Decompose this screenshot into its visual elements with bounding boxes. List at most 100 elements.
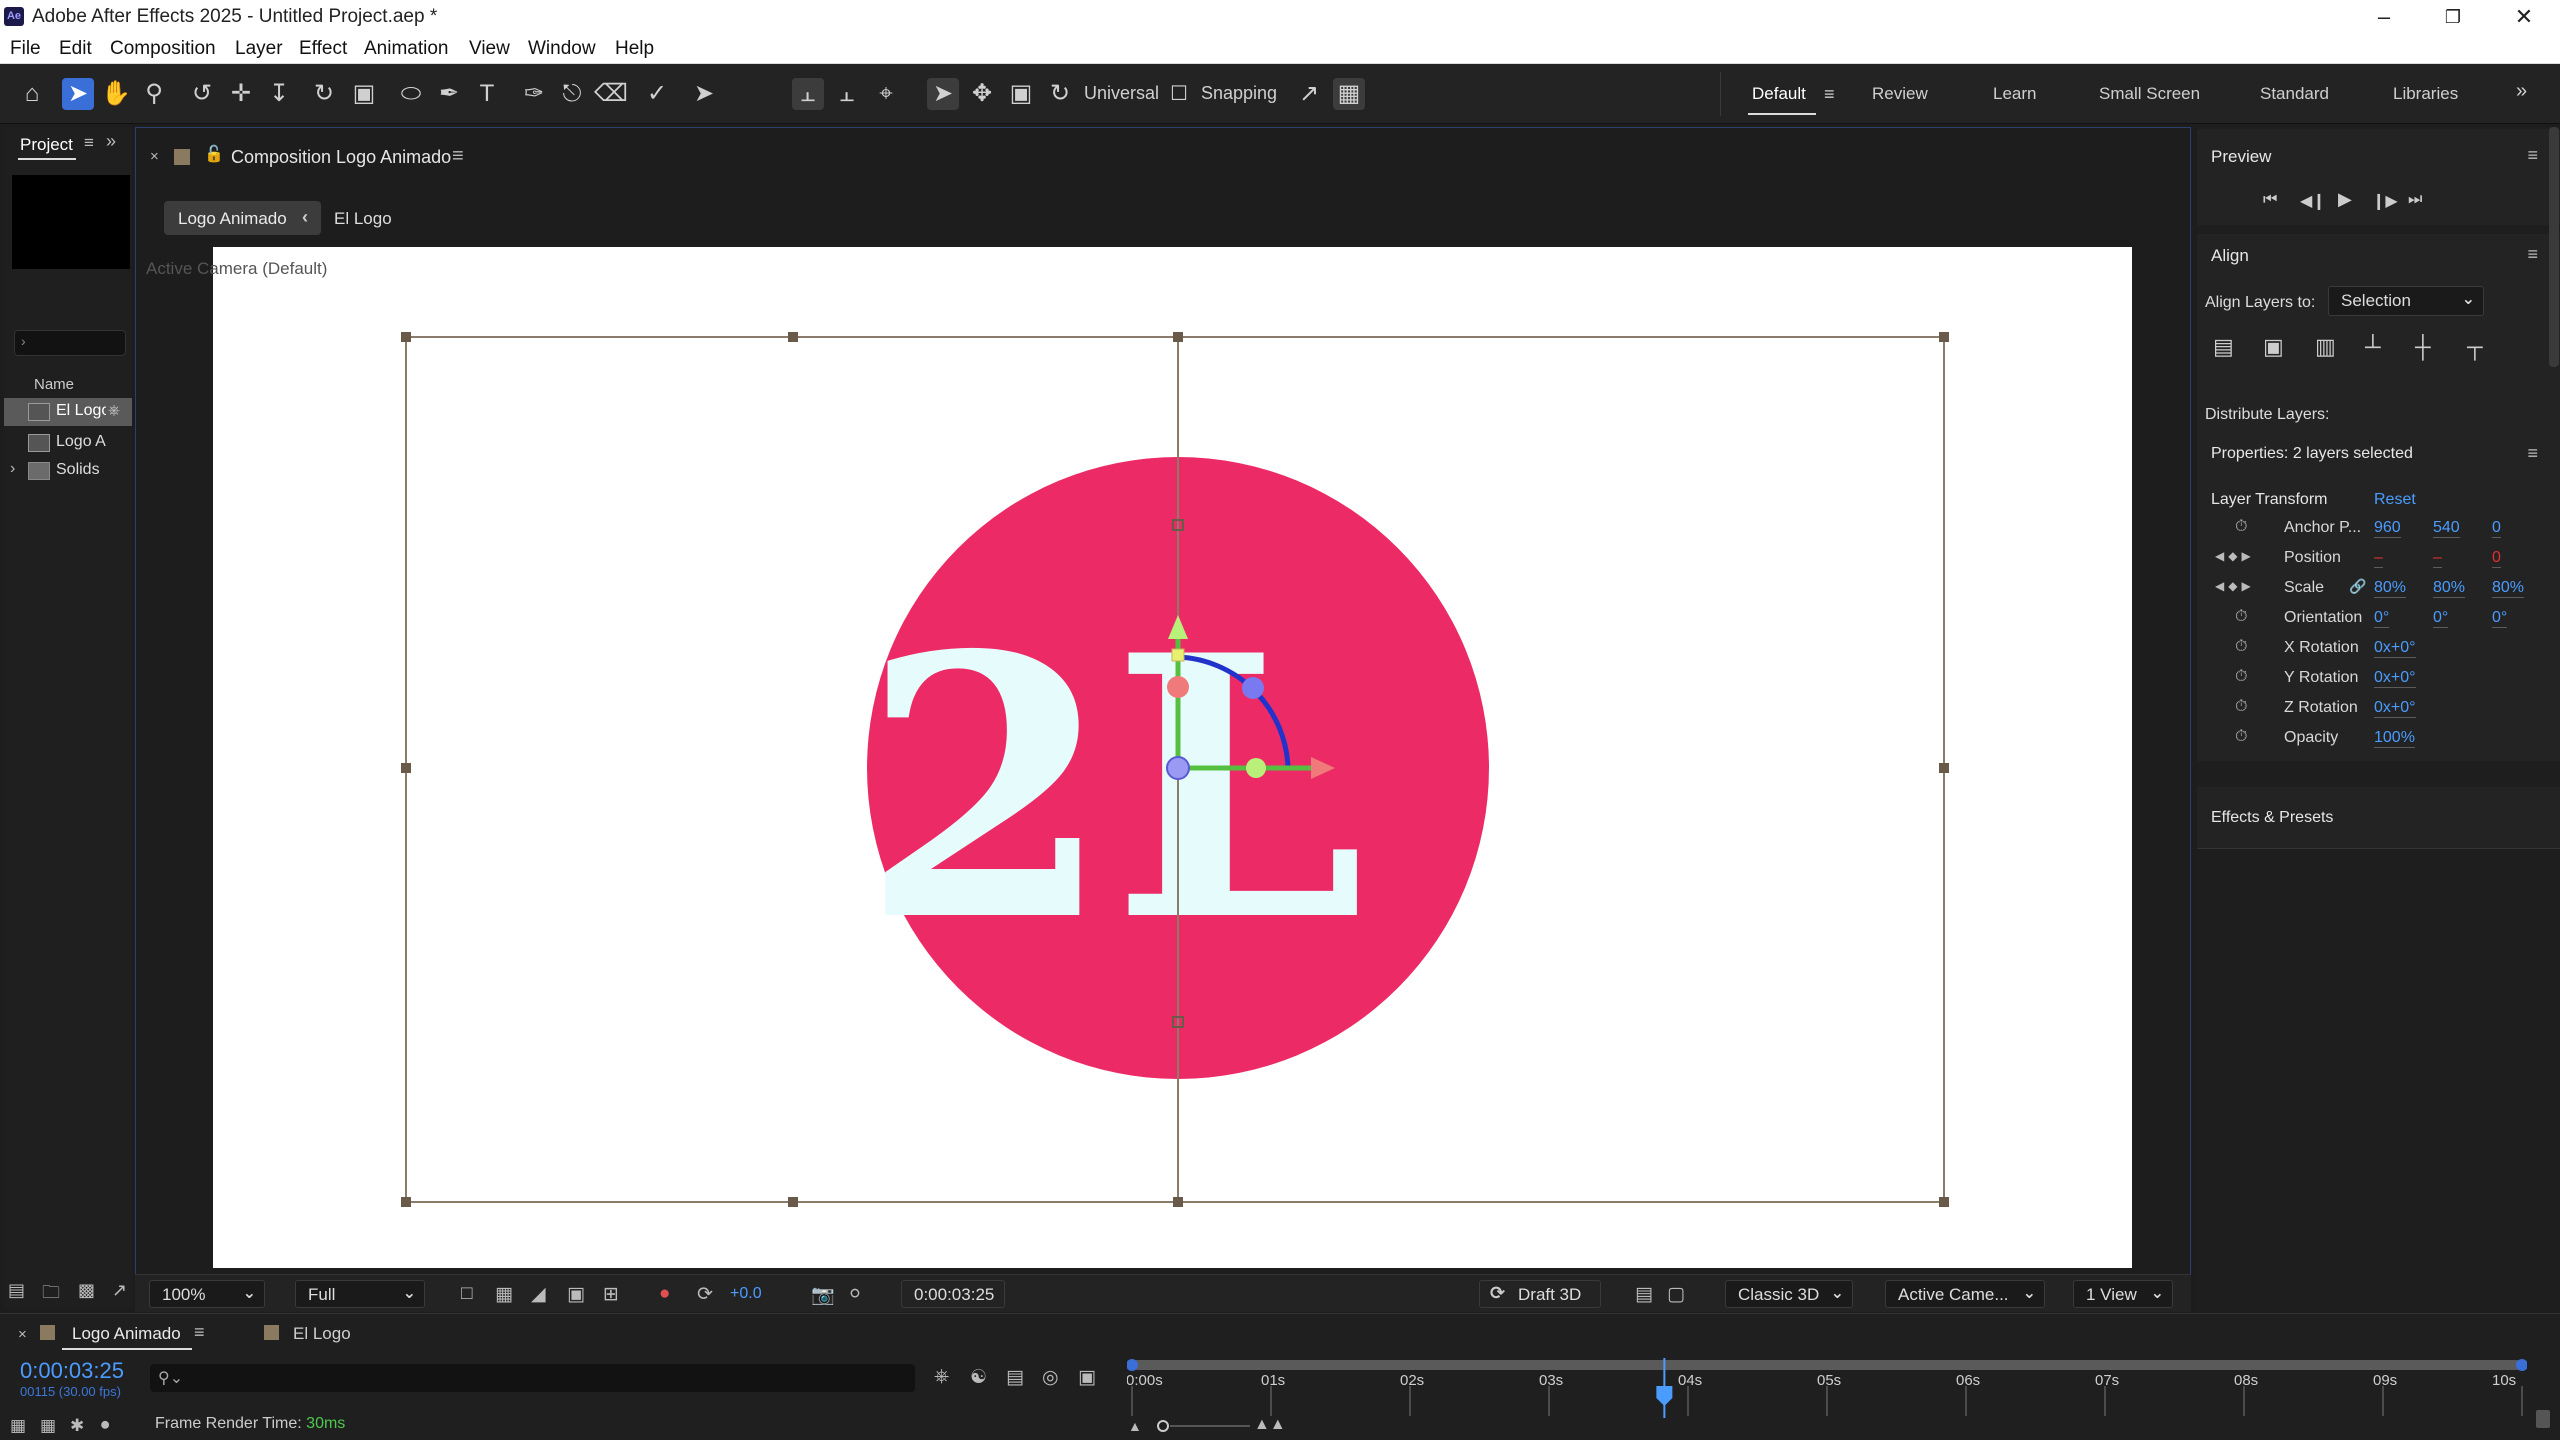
menu-window[interactable]: Window: [528, 38, 596, 60]
stopwatch-icon[interactable]: ⏱: [2235, 638, 2247, 656]
grid-guides-icon[interactable]: ⊞: [603, 1283, 619, 1306]
snap-features-icon[interactable]: ▦: [1333, 78, 1365, 110]
view-layout-dropdown[interactable]: 1 View ⌄: [2073, 1280, 2173, 1308]
timeline-tab-el-logo[interactable]: El Logo: [293, 1324, 351, 1344]
transparency-grid-icon[interactable]: ▦: [495, 1283, 513, 1306]
workspace-review[interactable]: Review: [1872, 84, 1928, 104]
hand-tool-icon[interactable]: ✋: [100, 78, 132, 110]
prop-value[interactable]: 0°: [2374, 609, 2390, 628]
render-time-icon[interactable]: ⚫: [98, 1416, 112, 1436]
stopwatch-icon[interactable]: ⏱: [2235, 518, 2247, 536]
extended-viewer-icon[interactable]: ▢: [1667, 1283, 1685, 1306]
pan-behind-icon[interactable]: ▣: [348, 78, 380, 110]
prop-value[interactable]: 0x+0°: [2374, 669, 2416, 688]
workspace-learn[interactable]: Learn: [1993, 84, 2036, 104]
snapping-label[interactable]: Snapping: [1201, 83, 1277, 104]
panel-menu-icon[interactable]: ≡: [84, 133, 94, 153]
interpret-footage-icon[interactable]: ▤: [8, 1280, 25, 1301]
menu-animation[interactable]: Animation: [364, 38, 449, 60]
timeline-zoom-slider-track[interactable]: [1170, 1425, 1250, 1427]
in-out-icon[interactable]: ✱: [70, 1416, 84, 1436]
draft-3d-toggle[interactable]: ⟳ Draft 3D: [1479, 1280, 1601, 1308]
fast-previews-icon[interactable]: □: [461, 1283, 472, 1305]
mask-visibility-icon[interactable]: ◢: [531, 1283, 546, 1306]
close-icon[interactable]: ✕: [2496, 2, 2552, 32]
home-icon[interactable]: ⌂: [16, 78, 48, 110]
type-tool-icon[interactable]: T: [471, 78, 503, 110]
prop-value[interactable]: 0°: [2492, 609, 2508, 628]
gizmo-rotate-icon[interactable]: ↻: [1044, 78, 1076, 110]
brush-tool-icon[interactable]: ✑: [518, 78, 550, 110]
project-tab[interactable]: Project: [20, 135, 73, 155]
prop-value[interactable]: 0: [2492, 519, 2501, 538]
renderer-dropdown[interactable]: Classic 3D ⌄: [1725, 1280, 1853, 1308]
keyframe-navigator-icon[interactable]: ◀◆▶: [2215, 549, 2255, 563]
snap-options-icon[interactable]: ↗: [1293, 78, 1325, 110]
align-horizontal-center-icon[interactable]: ▣: [2263, 334, 2284, 360]
align-vertical-center-icon[interactable]: ┼: [2415, 334, 2431, 360]
zoom-dropdown[interactable]: 100% ⌄: [149, 1280, 265, 1308]
motion-blur-icon[interactable]: ◎: [1042, 1366, 1059, 1389]
restore-icon[interactable]: ❐: [2425, 2, 2481, 32]
roto-brush-icon[interactable]: ✓: [641, 78, 673, 110]
next-frame-icon[interactable]: ❙▶: [2372, 191, 2398, 211]
prop-value[interactable]: 960: [2374, 519, 2401, 538]
gizmo-scale-icon[interactable]: ▣: [1005, 78, 1037, 110]
reset-exposure-icon[interactable]: ⟳: [697, 1283, 713, 1306]
prop-value[interactable]: 80%: [2374, 579, 2407, 598]
effects-presets-title[interactable]: Effects & Presets: [2211, 809, 2333, 827]
timeline-tab-logo-animado[interactable]: Logo Animado: [72, 1324, 181, 1344]
transfer-controls-icon[interactable]: ▦: [40, 1416, 56, 1436]
prop-value[interactable]: 0°: [2433, 609, 2449, 628]
menu-view[interactable]: View: [469, 38, 510, 60]
stopwatch-icon[interactable]: ⏱: [2235, 668, 2247, 686]
universal-label[interactable]: Universal: [1084, 83, 1159, 104]
resolution-dropdown[interactable]: Full ⌄: [295, 1280, 425, 1308]
align-right-icon[interactable]: ▥: [2315, 334, 2336, 360]
pen-tool-icon[interactable]: ✒: [433, 78, 465, 110]
orbit-camera-icon[interactable]: ↺: [186, 78, 218, 110]
breadcrumb-logo-animado[interactable]: Logo Animado ‹: [164, 201, 321, 235]
prop-value[interactable]: 0x+0°: [2374, 699, 2416, 718]
menu-help[interactable]: Help: [615, 38, 654, 60]
layer-switches-icon[interactable]: ▦: [10, 1416, 26, 1436]
breadcrumb-el-logo[interactable]: El Logo: [334, 209, 392, 229]
panel-expand-icon[interactable]: »: [106, 131, 116, 152]
view-axis-icon[interactable]: ⌖: [870, 78, 902, 110]
prop-value[interactable]: 0x+0°: [2374, 639, 2416, 658]
workspace-overflow-icon[interactable]: »: [2516, 80, 2527, 103]
align-left-icon[interactable]: ▤: [2213, 334, 2234, 360]
project-search-input[interactable]: ›: [14, 330, 126, 356]
timeline-zoom-slider-thumb[interactable]: [1157, 1420, 1169, 1432]
align-bottom-icon[interactable]: ┬: [2467, 334, 2483, 360]
align-top-icon[interactable]: ┴: [2365, 334, 2381, 360]
panel-menu-icon[interactable]: ≡: [2527, 443, 2538, 464]
region-of-interest-icon[interactable]: ▣: [567, 1283, 585, 1306]
stopwatch-icon[interactable]: ⏱: [2235, 728, 2247, 746]
camera-view-dropdown[interactable]: Active Came... ⌄: [1885, 1280, 2045, 1308]
timecode-field[interactable]: 0:00:03:25: [901, 1280, 1005, 1308]
workspace-menu-icon[interactable]: ≡: [1824, 84, 1835, 105]
composition-flowchart-icon[interactable]: ⎈: [934, 1366, 949, 1388]
project-item-solids[interactable]: › Solids: [4, 457, 132, 485]
gizmo-move-icon[interactable]: ✥: [966, 78, 998, 110]
dolly-camera-icon[interactable]: ↧: [263, 78, 295, 110]
zoom-in-icon[interactable]: ▲▲: [1254, 1416, 1286, 1434]
menu-file[interactable]: File: [10, 38, 41, 60]
graph-editor-icon[interactable]: ▣: [1078, 1366, 1096, 1389]
layer-transform-heading[interactable]: Layer Transform: [2211, 491, 2327, 509]
stopwatch-icon[interactable]: ⏱: [2235, 608, 2247, 626]
stopwatch-icon[interactable]: ⏱: [2235, 698, 2247, 716]
color-channels-icon[interactable]: ●: [659, 1283, 670, 1305]
flowchart-icon[interactable]: ⎈: [108, 402, 120, 419]
selection-tool-icon[interactable]: ➤: [62, 78, 94, 110]
previous-frame-icon[interactable]: ◀❙: [2300, 191, 2326, 211]
composition-canvas[interactable]: 2L: [213, 247, 2132, 1268]
shy-layers-icon[interactable]: ☯: [970, 1366, 987, 1389]
lock-icon[interactable]: 🔓: [204, 144, 224, 164]
prop-value[interactable]: –: [2433, 549, 2442, 568]
workspace-standard[interactable]: Standard: [2260, 84, 2329, 104]
project-item-logo-animado[interactable]: Logo A: [4, 429, 132, 457]
new-composition-icon[interactable]: ▩: [78, 1280, 95, 1301]
prop-value[interactable]: 80%: [2492, 579, 2525, 598]
